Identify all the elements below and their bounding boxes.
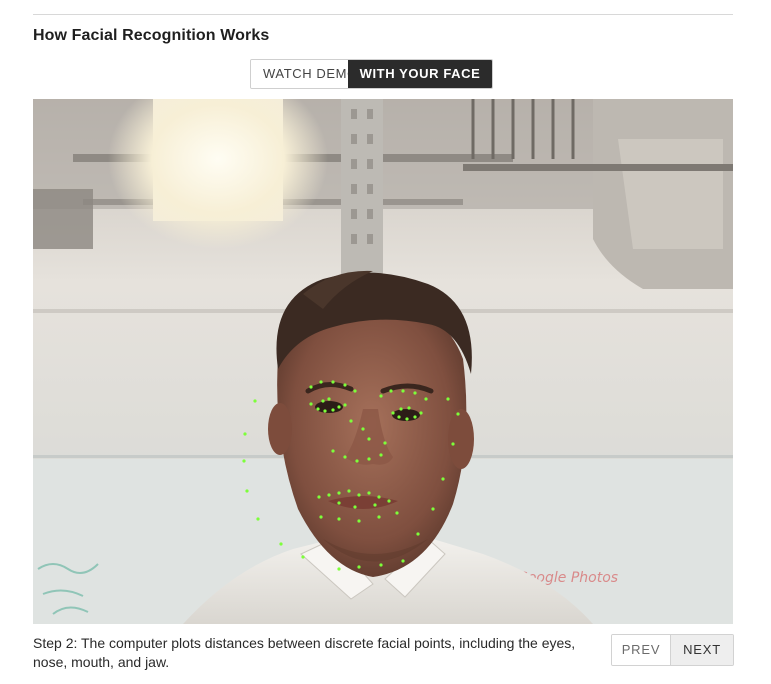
landmark-point — [361, 427, 365, 431]
landmark-point — [424, 397, 428, 401]
with-your-face-button[interactable]: WITH YOUR FACE — [348, 60, 492, 88]
landmark-point — [367, 457, 371, 461]
landmark-point — [456, 412, 460, 416]
landmark-point — [373, 503, 377, 507]
landmark-point — [379, 453, 383, 457]
landmark-point — [389, 389, 393, 393]
landmark-point — [353, 505, 357, 509]
landmark-point — [353, 389, 357, 393]
landmark-point — [377, 495, 381, 499]
webcam-feed: Google Photos — [33, 99, 733, 624]
landmark-point — [242, 459, 246, 463]
section-divider — [33, 14, 733, 15]
landmark-point — [379, 563, 383, 567]
landmark-point — [316, 407, 320, 411]
landmark-point — [343, 403, 347, 407]
landmark-point — [309, 385, 313, 389]
landmark-point — [301, 555, 305, 559]
landmark-point — [357, 565, 361, 569]
landmark-point — [319, 515, 323, 519]
landmark-point — [446, 397, 450, 401]
landmark-point — [347, 489, 351, 493]
landmark-point — [367, 491, 371, 495]
landmark-point — [331, 408, 335, 412]
landmark-point — [397, 415, 401, 419]
landmark-point — [441, 477, 445, 481]
landmark-point — [367, 437, 371, 441]
landmark-point — [319, 380, 323, 384]
landmark-point — [405, 417, 409, 421]
landmark-point — [343, 383, 347, 387]
landmark-point — [253, 399, 257, 403]
landmark-point — [321, 399, 325, 403]
landmark-point — [279, 542, 283, 546]
landmark-point — [243, 432, 247, 436]
landmark-point — [323, 409, 327, 413]
landmark-point — [357, 493, 361, 497]
landmark-point — [416, 532, 420, 536]
landmark-point — [245, 489, 249, 493]
step-pager: PREV NEXT — [611, 634, 734, 666]
mode-toggle: WATCH DEMO WITH YOUR FACE — [250, 59, 493, 89]
landmark-point — [413, 391, 417, 395]
landmark-point — [337, 517, 341, 521]
landmark-point — [395, 511, 399, 515]
landmark-point — [327, 493, 331, 497]
watch-demo-button[interactable]: WATCH DEMO — [251, 60, 357, 88]
landmark-point — [407, 406, 411, 410]
prev-button[interactable]: PREV — [612, 635, 671, 665]
landmark-point — [387, 499, 391, 503]
landmark-point — [413, 415, 417, 419]
landmark-point — [327, 397, 331, 401]
step-caption: Step 2: The computer plots distances bet… — [33, 635, 576, 670]
landmark-point — [419, 411, 423, 415]
landmark-point — [383, 441, 387, 445]
landmark-point — [337, 567, 341, 571]
landmark-point — [256, 517, 260, 521]
section-title: How Facial Recognition Works — [33, 27, 270, 44]
next-button[interactable]: NEXT — [671, 635, 733, 665]
landmark-point — [343, 455, 347, 459]
landmark-point — [317, 495, 321, 499]
landmark-point — [401, 559, 405, 563]
landmark-point — [379, 394, 383, 398]
landmark-point — [337, 405, 341, 409]
landmark-point — [331, 380, 335, 384]
landmark-point — [451, 442, 455, 446]
landmark-point — [377, 515, 381, 519]
landmark-point — [431, 507, 435, 511]
landmark-point — [357, 519, 361, 523]
landmark-point — [401, 389, 405, 393]
landmark-point — [309, 402, 313, 406]
landmark-point — [355, 459, 359, 463]
landmark-point — [399, 407, 403, 411]
landmark-point — [349, 419, 353, 423]
landmark-point — [391, 411, 395, 415]
landmark-point — [331, 449, 335, 453]
landmark-point — [337, 501, 341, 505]
landmark-point — [337, 491, 341, 495]
